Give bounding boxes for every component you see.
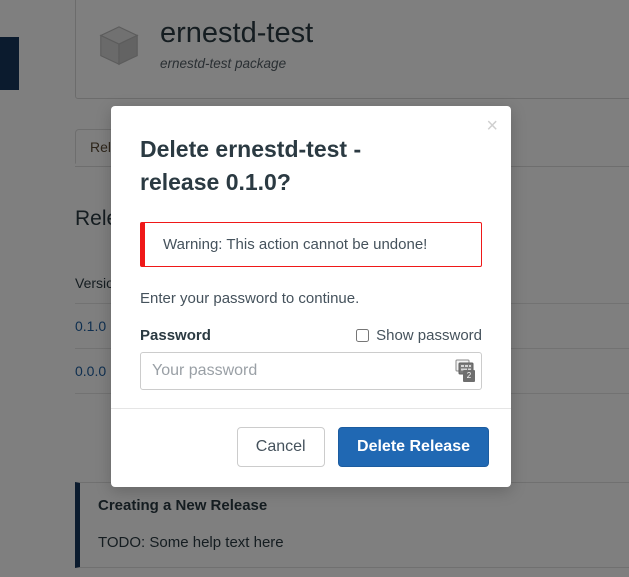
warning-alert: Warning: This action cannot be undone!	[140, 222, 482, 268]
delete-release-button[interactable]: Delete Release	[338, 427, 489, 467]
modal-footer: Cancel Delete Release	[111, 408, 511, 486]
show-password-toggle[interactable]: Show password	[356, 327, 482, 344]
cancel-button[interactable]: Cancel	[236, 427, 325, 467]
close-icon[interactable]: ×	[486, 116, 498, 136]
delete-release-modal: × Delete ernestd-test - release 0.1.0? W…	[111, 106, 511, 487]
modal-body: Delete ernestd-test - release 0.1.0? War…	[111, 106, 511, 408]
password-instruction: Enter your password to continue.	[140, 290, 360, 308]
password-label: Password	[140, 327, 211, 345]
password-field-row: Password Show password	[140, 327, 482, 344]
password-input-wrapper: 2	[140, 352, 482, 391]
show-password-checkbox[interactable]	[356, 329, 370, 343]
password-input[interactable]	[140, 352, 482, 391]
password-manager-count-badge: 2	[463, 370, 475, 383]
show-password-label: Show password	[376, 327, 482, 345]
password-manager-icon[interactable]: 2	[454, 357, 476, 383]
modal-title: Delete ernestd-test - release 0.1.0?	[140, 136, 362, 195]
